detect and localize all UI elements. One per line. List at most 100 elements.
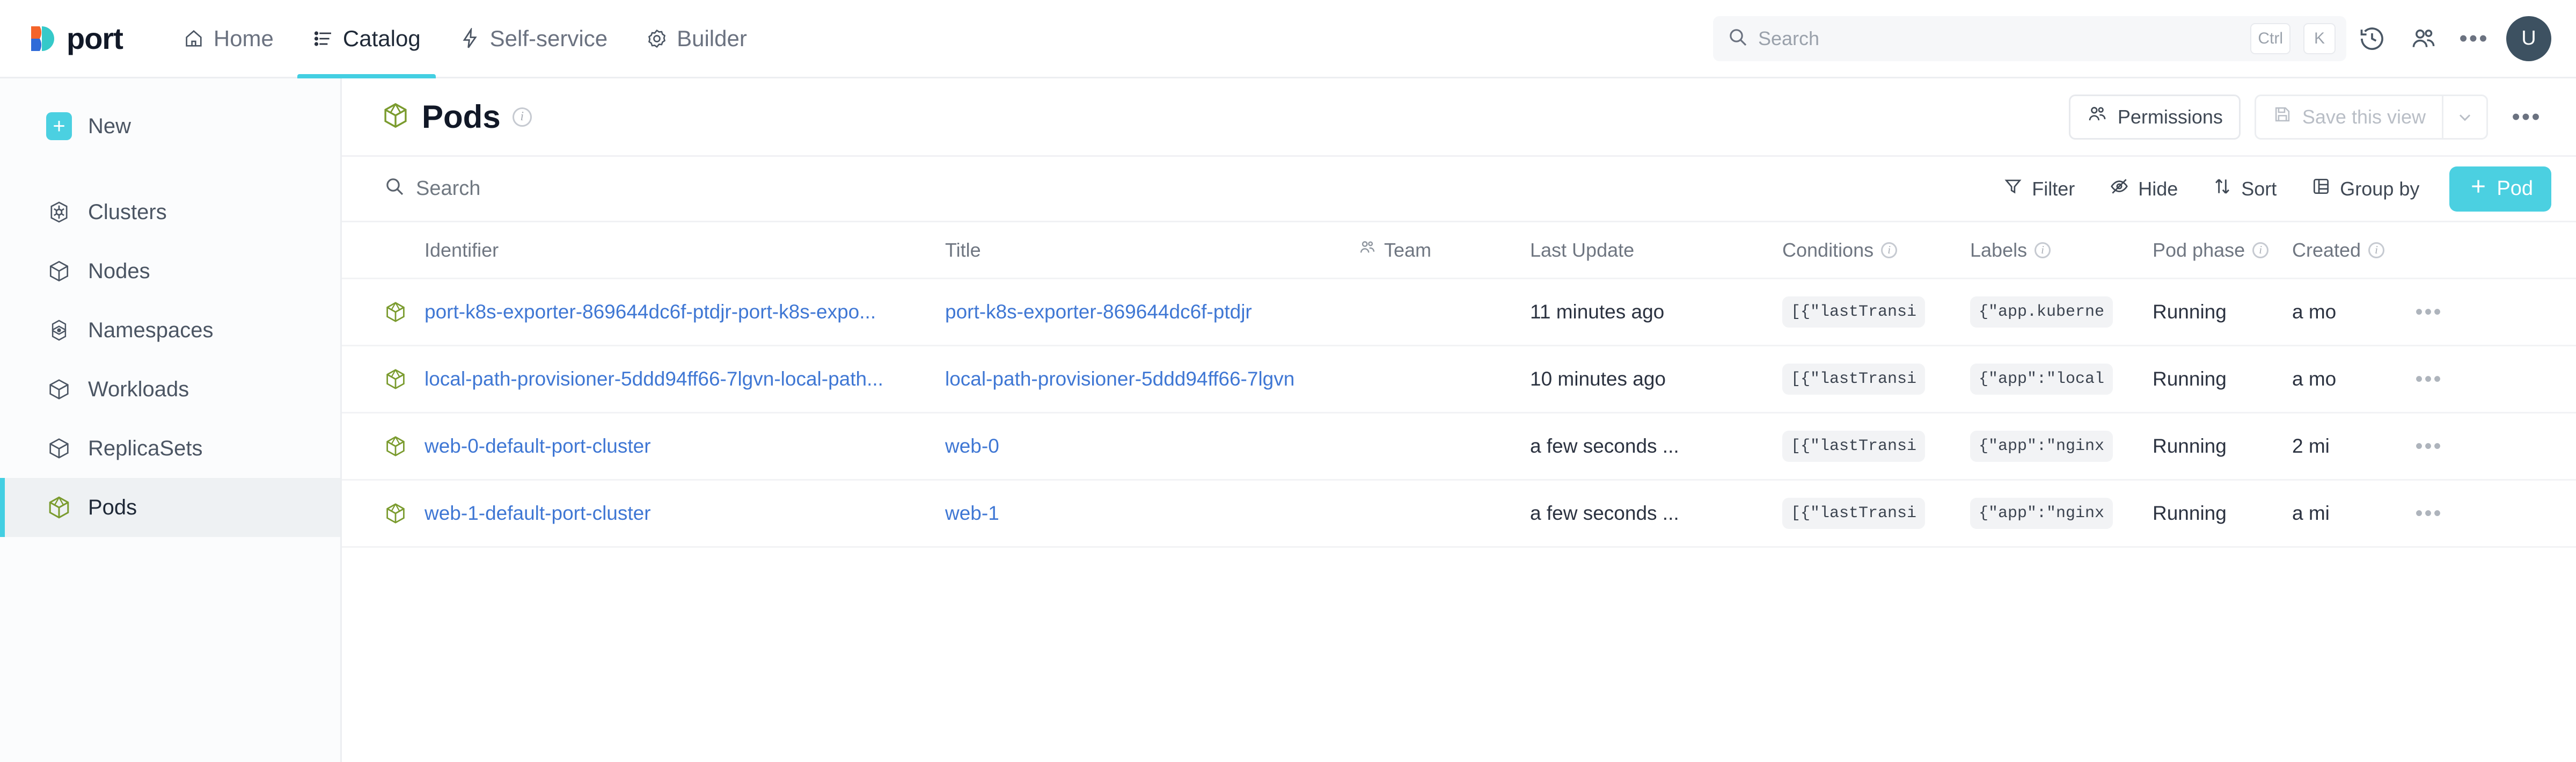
row-more-menu[interactable]: ••• (2399, 502, 2458, 526)
column-label: Title (945, 239, 981, 262)
info-icon[interactable]: i (2252, 242, 2268, 258)
sidebar-item-label: Nodes (88, 259, 150, 284)
row-more-menu[interactable]: ••• (2399, 300, 2458, 324)
last-update-value: a few seconds ... (1530, 502, 1679, 525)
column-header-title[interactable]: Title (945, 239, 1358, 262)
chevron-down-icon[interactable] (2442, 95, 2488, 140)
sidebar-item-pods[interactable]: Pods (0, 478, 340, 537)
pod-phase-value: Running (2153, 502, 2227, 525)
pod-phase-value: Running (2153, 301, 2227, 323)
last-update-value: 10 minutes ago (1530, 368, 1666, 390)
info-icon[interactable]: i (2035, 242, 2051, 258)
table-row[interactable]: local-path-provisioner-5ddd94ff66-7lgvn-… (342, 346, 2576, 413)
sidebar-item-new[interactable]: + New (0, 97, 340, 156)
created-value: a mo (2292, 368, 2336, 390)
row-more-menu[interactable]: ••• (2399, 367, 2458, 391)
cell-conditions[interactable]: [{"lastTransi (1782, 498, 1970, 529)
cell-conditions[interactable]: [{"lastTransi (1782, 431, 1970, 462)
identifier-link[interactable]: local-path-provisioner-5ddd94ff66-7lgvn-… (425, 368, 883, 390)
permissions-button[interactable]: Permissions (2069, 95, 2241, 140)
nav-item-home[interactable]: Home (164, 0, 293, 77)
column-header-created[interactable]: Created i (2292, 239, 2399, 262)
sidebar-item-workloads[interactable]: Workloads (0, 360, 340, 419)
workload-cube-icon (46, 376, 72, 402)
group-by-button[interactable]: Group by (2299, 170, 2431, 208)
column-header-last-update[interactable]: Last Update (1530, 239, 1782, 262)
title-link[interactable]: port-k8s-exporter-869644dc6f-ptdjr (945, 301, 1252, 323)
labels-chip[interactable]: {"app":"nginx (1970, 498, 2113, 529)
sidebar-item-clusters[interactable]: Clusters (0, 183, 340, 242)
topnav-more-menu[interactable]: ••• (2449, 25, 2499, 52)
identifier-link[interactable]: web-1-default-port-cluster (425, 502, 651, 525)
cell-labels[interactable]: {"app":"nginx (1970, 431, 2153, 462)
avatar[interactable]: U (2506, 16, 2551, 61)
cell-title[interactable]: web-0 (945, 435, 1358, 458)
page-title-group: Pods i (381, 98, 532, 135)
catalog-list-icon (312, 28, 334, 49)
hide-button[interactable]: Hide (2097, 170, 2190, 208)
info-icon[interactable]: i (1881, 242, 1897, 258)
nav-item-catalog[interactable]: Catalog (293, 0, 440, 77)
nav-item-self-service[interactable]: Self-service (440, 0, 627, 77)
last-update-value: a few seconds ... (1530, 435, 1679, 458)
conditions-chip[interactable]: [{"lastTransi (1782, 498, 1925, 529)
page-title: Pods (422, 98, 501, 135)
pod-cube-icon (384, 367, 425, 391)
cell-conditions[interactable]: [{"lastTransi (1782, 296, 1970, 328)
cell-identifier[interactable]: port-k8s-exporter-869644dc6f-ptdjr-port-… (425, 301, 945, 323)
info-icon[interactable]: i (513, 107, 532, 127)
labels-chip[interactable]: {"app.kuberne (1970, 296, 2113, 328)
cell-identifier[interactable]: local-path-provisioner-5ddd94ff66-7lgvn-… (425, 368, 945, 390)
eye-off-icon (2109, 176, 2129, 201)
history-clock-icon[interactable] (2346, 13, 2398, 64)
identifier-link[interactable]: port-k8s-exporter-869644dc6f-ptdjr-port-… (425, 301, 876, 323)
sidebar-item-nodes[interactable]: Nodes (0, 242, 340, 301)
brand[interactable]: port (24, 21, 123, 56)
filter-button[interactable]: Filter (1991, 170, 2087, 208)
labels-chip[interactable]: {"app":"nginx (1970, 431, 2113, 462)
labels-chip[interactable]: {"app":"local (1970, 364, 2113, 395)
row-more-menu[interactable]: ••• (2399, 434, 2458, 459)
sidebar-item-replicasets[interactable]: ReplicaSets (0, 419, 340, 478)
save-this-view-button[interactable]: Save this view (2255, 95, 2442, 140)
cell-title[interactable]: web-1 (945, 502, 1358, 525)
cell-title[interactable]: port-k8s-exporter-869644dc6f-ptdjr (945, 301, 1358, 323)
sort-button[interactable]: Sort (2200, 170, 2288, 208)
title-link[interactable]: local-path-provisioner-5ddd94ff66-7lgvn (945, 368, 1294, 390)
table-row[interactable]: port-k8s-exporter-869644dc6f-ptdjr-port-… (342, 279, 2576, 346)
column-header-labels[interactable]: Labels i (1970, 239, 2153, 262)
table-row[interactable]: web-1-default-port-cluster web-1 a few s… (342, 481, 2576, 548)
cell-labels[interactable]: {"app":"local (1970, 364, 2153, 395)
table-search-input[interactable]: Search (384, 176, 480, 202)
conditions-chip[interactable]: [{"lastTransi (1782, 431, 1925, 462)
nav-item-builder[interactable]: Builder (627, 0, 766, 77)
users-group-icon[interactable] (2398, 13, 2449, 64)
conditions-chip[interactable]: [{"lastTransi (1782, 364, 1925, 395)
table-row[interactable]: web-0-default-port-cluster web-0 a few s… (342, 413, 2576, 481)
sidebar-item-label: New (88, 114, 131, 139)
column-header-pod-phase[interactable]: Pod phase i (2153, 239, 2292, 262)
column-label: Team (1384, 239, 1431, 262)
plus-icon (2468, 176, 2489, 202)
cell-identifier[interactable]: web-0-default-port-cluster (425, 435, 945, 458)
column-header-team[interactable]: Team (1358, 238, 1530, 262)
title-link[interactable]: web-0 (945, 435, 999, 458)
page-more-menu[interactable]: ••• (2502, 104, 2551, 130)
cell-labels[interactable]: {"app.kuberne (1970, 296, 2153, 328)
info-icon[interactable]: i (2368, 242, 2384, 258)
global-search-input[interactable]: Search Ctrl K (1713, 16, 2346, 61)
identifier-link[interactable]: web-0-default-port-cluster (425, 435, 651, 458)
add-pod-button[interactable]: Pod (2449, 166, 2551, 212)
cell-title[interactable]: local-path-provisioner-5ddd94ff66-7lgvn (945, 368, 1358, 390)
column-header-identifier[interactable]: Identifier (425, 239, 945, 262)
pod-cube-icon (384, 502, 425, 525)
title-link[interactable]: web-1 (945, 502, 999, 525)
cell-labels[interactable]: {"app":"nginx (1970, 498, 2153, 529)
group-icon (2311, 176, 2331, 201)
cell-identifier[interactable]: web-1-default-port-cluster (425, 502, 945, 525)
conditions-chip[interactable]: [{"lastTransi (1782, 296, 1925, 328)
column-header-conditions[interactable]: Conditions i (1782, 239, 1970, 262)
sidebar-item-namespaces[interactable]: Namespaces (0, 301, 340, 360)
cell-conditions[interactable]: [{"lastTransi (1782, 364, 1970, 395)
topnav-right-tools: Search Ctrl K ••• U (1713, 13, 2576, 64)
